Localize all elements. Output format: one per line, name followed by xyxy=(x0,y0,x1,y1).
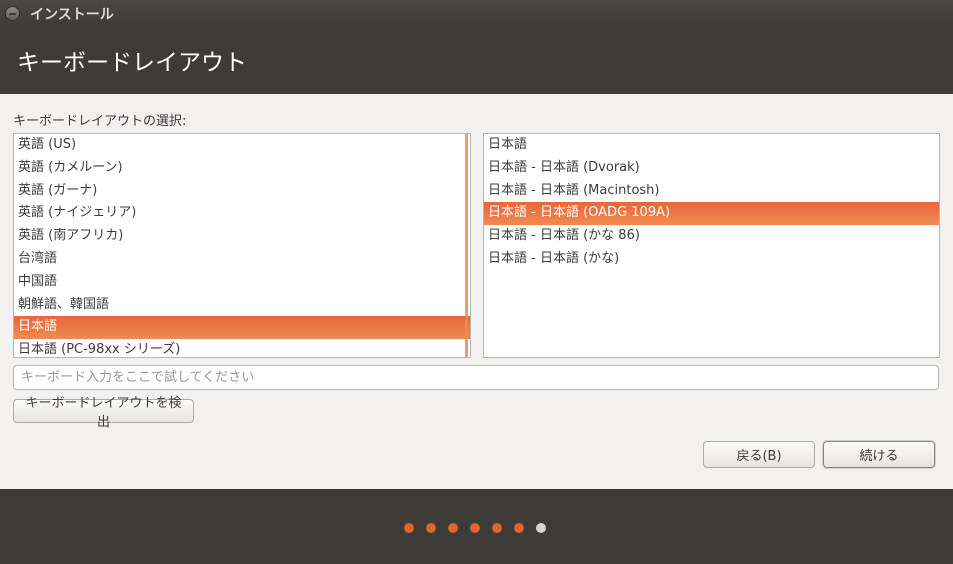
layout-list-item[interactable]: 日本語 (PC-98xx シリーズ) xyxy=(14,339,470,357)
layout-list-item[interactable]: 英語 (US) xyxy=(14,134,470,157)
layout-list-item[interactable]: 台湾語 xyxy=(14,248,470,271)
progress-dot-done xyxy=(448,523,458,533)
footer xyxy=(0,489,953,564)
layout-list-item[interactable]: 朝鮮語、韓国語 xyxy=(14,294,470,317)
progress-dots xyxy=(404,523,546,533)
progress-dot-done xyxy=(514,523,524,533)
progress-dot-done xyxy=(470,523,480,533)
variant-list-item[interactable]: 日本語 - 日本語 (Macintosh) xyxy=(484,180,939,203)
layout-list-item[interactable]: 日本語 xyxy=(14,316,470,340)
layout-list-item[interactable]: 中国語 xyxy=(14,271,470,294)
layout-choice-label: キーボードレイアウトの選択: xyxy=(13,114,187,129)
layout-list[interactable]: 英語 (US) 英語 (カメルーン) 英語 (ガーナ) 英語 (ナイジェリア) … xyxy=(13,133,471,358)
close-icon[interactable] xyxy=(5,6,20,21)
variant-list-item[interactable]: 日本語 - 日本語 (かな 86) xyxy=(484,225,939,248)
continue-button[interactable]: 続ける xyxy=(823,441,935,468)
progress-dot-done xyxy=(426,523,436,533)
back-button[interactable]: 戻る(B) xyxy=(703,441,815,468)
variant-list-item[interactable]: 日本語 xyxy=(484,134,939,157)
layout-list-item[interactable]: 英語 (ガーナ) xyxy=(14,180,470,203)
detect-layout-button[interactable]: キーボードレイアウトを検出 xyxy=(13,396,194,430)
title-bar: インストール xyxy=(0,0,953,27)
layout-list-item[interactable]: 英語 (南アフリカ) xyxy=(14,225,470,248)
page-header: キーボードレイアウト xyxy=(0,27,953,94)
progress-dot-done xyxy=(492,523,502,533)
layout-list-item[interactable]: 英語 (カメルーン) xyxy=(14,157,470,180)
progress-dot-current xyxy=(536,523,546,533)
variant-list[interactable]: 日本語 日本語 - 日本語 (Dvorak) 日本語 - 日本語 (Macint… xyxy=(483,133,940,358)
content-panel: キーボードレイアウトの選択: 英語 (US) 英語 (カメルーン) 英語 (ガー… xyxy=(0,94,953,489)
progress-dot-done xyxy=(404,523,414,533)
variant-list-item[interactable]: 日本語 - 日本語 (かな) xyxy=(484,248,939,271)
layout-list-item[interactable]: 英語 (ナイジェリア) xyxy=(14,202,470,225)
keyboard-test-input[interactable] xyxy=(13,365,939,390)
variant-list-item[interactable]: 日本語 - 日本語 (Dvorak) xyxy=(484,157,939,180)
window-title: インストール xyxy=(30,6,114,23)
scroll-indicator[interactable] xyxy=(465,134,468,357)
page-title: キーボードレイアウト xyxy=(17,49,247,76)
installer-window: インストール キーボードレイアウト キーボードレイアウトの選択: 英語 (US)… xyxy=(0,0,953,564)
variant-list-item[interactable]: 日本語 - 日本語 (OADG 109A) xyxy=(484,202,939,226)
